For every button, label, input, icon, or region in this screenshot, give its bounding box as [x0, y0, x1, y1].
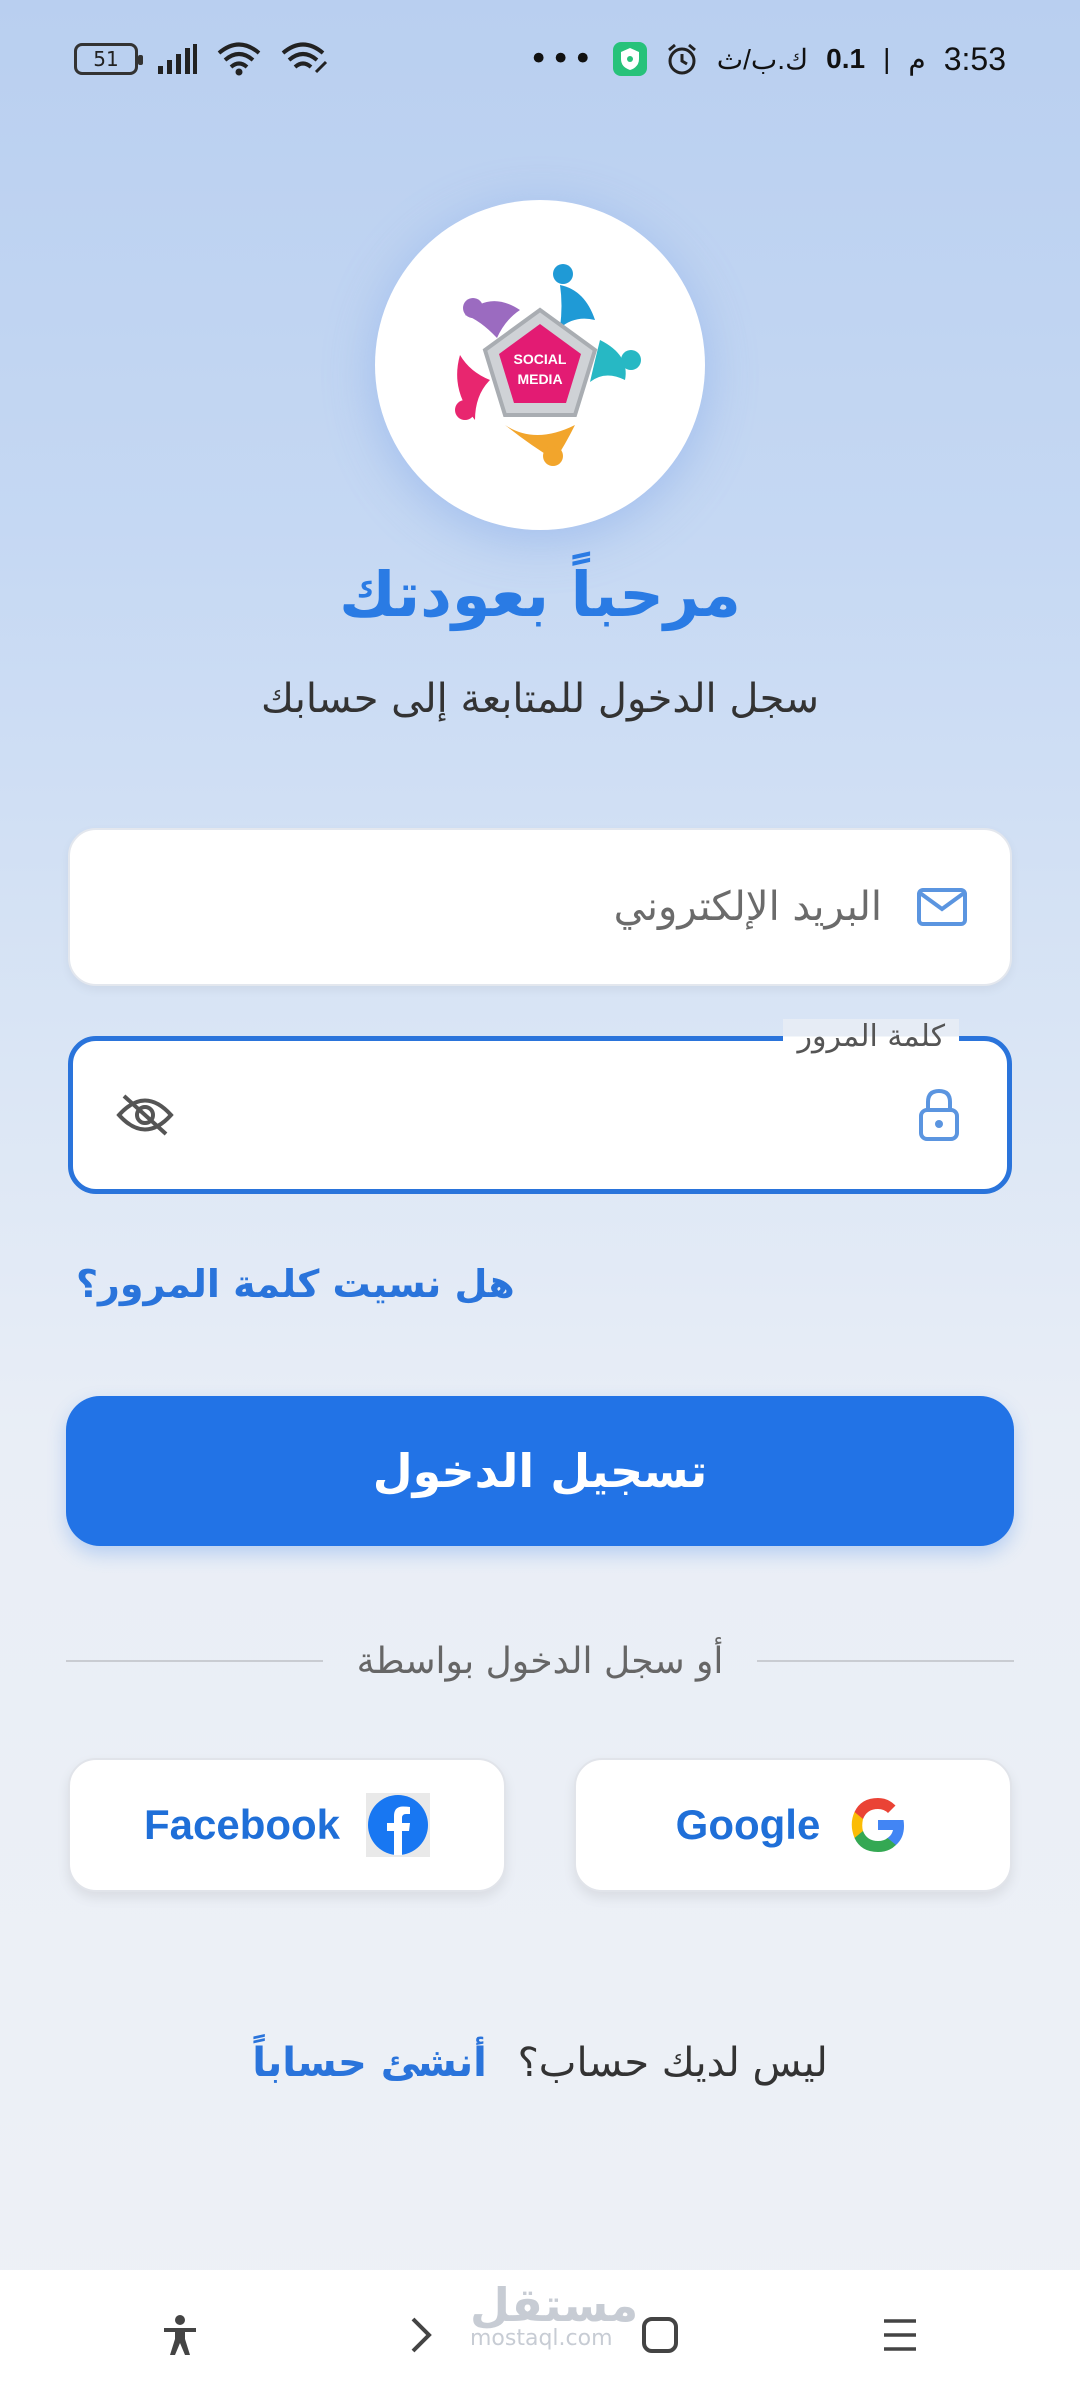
- status-bar-left: 51: [74, 42, 330, 76]
- back-icon[interactable]: [388, 2303, 452, 2367]
- mail-icon: [914, 879, 970, 935]
- signup-prompt: ليس لديك حساب؟: [517, 2040, 828, 2086]
- more-indicator: •••: [528, 39, 595, 79]
- page-title: مرحباً بعودتك: [339, 558, 741, 631]
- lock-icon: [911, 1087, 967, 1143]
- google-login-button[interactable]: Google: [574, 1758, 1012, 1892]
- accessibility-icon[interactable]: [148, 2303, 212, 2367]
- login-button[interactable]: تسجيل الدخول: [66, 1396, 1014, 1546]
- password-field[interactable]: كلمة المرور: [68, 1019, 1012, 1194]
- watermark-latin: mostaql.com: [470, 2326, 613, 2351]
- svg-text:SOCIAL: SOCIAL: [514, 351, 567, 367]
- wifi-icon: [217, 42, 261, 76]
- page-subtitle: سجل الدخول للمتابعة إلى حسابك: [260, 676, 819, 722]
- facebook-label: Facebook: [143, 1801, 341, 1848]
- google-label: Google: [675, 1801, 821, 1848]
- time-period: م: [908, 43, 926, 75]
- alarm-icon: [667, 43, 696, 75]
- clock: 3:53: [943, 40, 1006, 77]
- status-bar-right: ••• ك.ب/ث 0.1 | م 3:53: [529, 39, 1006, 79]
- social-media-logo-icon: SOCIAL MEDIA: [455, 264, 641, 466]
- divider-line-right: [757, 1660, 1014, 1662]
- create-account-link[interactable]: أنشئ حساباً: [252, 2040, 487, 2086]
- shield-icon: [612, 42, 647, 76]
- network-speed-unit: ك.ب/ث: [716, 43, 809, 75]
- status-separator: |: [883, 43, 891, 74]
- svg-text:MEDIA: MEDIA: [517, 371, 562, 387]
- email-field[interactable]: البريد الإلكتروني: [68, 828, 1012, 986]
- social-divider: أو سجل الدخول بواسطة: [66, 1636, 1014, 1686]
- eye-off-icon[interactable]: [113, 1083, 177, 1147]
- battery-icon: 51: [74, 43, 143, 75]
- signal-icon: [158, 44, 197, 74]
- watermark: مستقل mostaql.com: [470, 2282, 638, 2351]
- facebook-login-button[interactable]: Facebook: [68, 1758, 506, 1892]
- network-speed: 0.1: [826, 43, 866, 74]
- signup-row: ليس لديك حساب؟ أنشئ حساباً: [0, 2040, 1080, 2086]
- facebook-icon: [366, 1793, 431, 1857]
- watermark-arabic: مستقل: [470, 2278, 639, 2332]
- google-icon: [852, 1798, 905, 1852]
- divider-text: أو سجل الدخول بواسطة: [356, 1640, 724, 1682]
- divider-line-left: [66, 1660, 323, 1662]
- forgot-password-link[interactable]: هل نسيت كلمة المرور؟: [76, 1262, 515, 1306]
- wifi-secondary-icon: [281, 42, 328, 74]
- app-logo: SOCIAL MEDIA: [375, 200, 705, 530]
- password-label: كلمة المرور: [783, 1019, 959, 1054]
- email-placeholder: البريد الإلكتروني: [613, 884, 882, 930]
- battery-level: 51: [93, 47, 119, 71]
- status-bar: 51 ••• ك.ب/ث 0.1 | م 3:53: [0, 0, 1080, 118]
- recents-icon[interactable]: [868, 2303, 932, 2367]
